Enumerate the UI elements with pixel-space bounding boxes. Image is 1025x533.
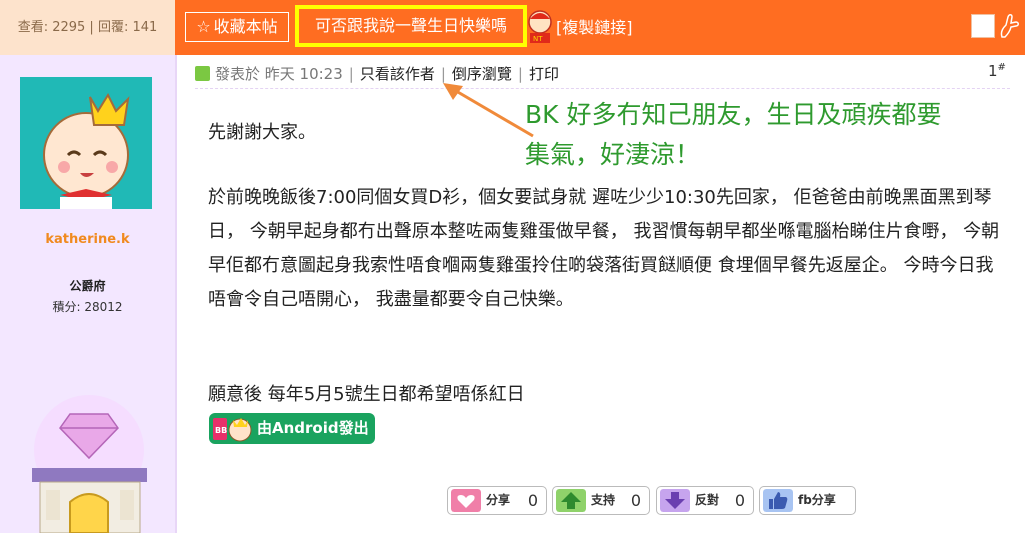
oppose-label: 反對 (695, 493, 720, 507)
copy-link[interactable]: [複製鏈接] (556, 0, 633, 55)
mascot-icon: NT (528, 10, 552, 43)
floor-number[interactable]: 1# (988, 62, 1006, 80)
sidebar-divider (175, 55, 177, 533)
android-badge-label: 由Android發出 (257, 419, 369, 437)
support-button[interactable]: 支持 0 (552, 486, 650, 515)
post-paragraph-3: 願意後 每年5月5號生日都希望唔係紅日 (208, 384, 525, 405)
post-paragraph-1: 先謝謝大家。 (208, 122, 316, 143)
hand-icon[interactable] (996, 13, 1020, 39)
floor-mark: # (997, 62, 1006, 73)
up-arrow-icon (556, 489, 586, 512)
favorite-label: 收藏本帖 (213, 17, 278, 36)
post-time: 發表於 昨天 10:23 (215, 65, 343, 83)
down-arrow-icon (660, 489, 690, 512)
share-count: 0 (527, 491, 538, 510)
avatar[interactable] (20, 77, 152, 209)
annotation-arrow (443, 83, 534, 138)
author-username[interactable]: katherine.k (0, 232, 175, 247)
heart-icon (451, 489, 481, 512)
author-only-link[interactable]: 只看該作者 (360, 65, 435, 83)
fb-share-button[interactable]: fb分享 (759, 486, 856, 515)
app-logo-icon: BB (213, 418, 252, 442)
floor-value: 1 (988, 62, 998, 80)
oppose-count: 0 (734, 491, 745, 510)
share-button[interactable]: 分享 0 (447, 486, 547, 515)
support-label: 支持 (591, 493, 616, 507)
annotation-line-1: BK 好多冇知己朋友，生日及頑疾都要 (525, 100, 942, 129)
favorite-button[interactable]: ☆ 收藏本帖 (185, 12, 289, 42)
rank-castle-image (32, 395, 147, 533)
author-group: 公爵府 (69, 279, 106, 293)
author-points: 積分: 28012 (52, 300, 123, 314)
view-reply-counts: 查看: 2295 | 回覆: 141 (0, 0, 175, 55)
fb-share-label: fb分享 (798, 493, 836, 507)
user-icon (195, 66, 210, 81)
android-source-badge[interactable]: BB 由Android發出 (209, 413, 375, 444)
square-icon[interactable] (971, 14, 995, 38)
post-paragraph-2: 於前晚晚飯後7:00同個女買D衫，個女要試身就 遲咗少少10:30先回家， 佢爸… (208, 187, 1000, 310)
share-label: 分享 (486, 493, 511, 507)
support-count: 0 (630, 491, 641, 510)
svg-text:NT: NT (533, 35, 543, 43)
thread-title[interactable]: 可否跟我說一聲生日快樂嗎 (295, 5, 527, 47)
annotation-line-2: 集氣，好淒涼！ (525, 140, 701, 169)
meta-divider (195, 88, 1010, 90)
thumbs-up-icon (763, 489, 793, 512)
svg-text:BB: BB (215, 426, 227, 435)
annotation-text: BK 好多冇知己朋友，生日及頑疾都要 集氣，好淒涼！ (525, 95, 1020, 175)
oppose-button[interactable]: 反對 0 (656, 486, 754, 515)
star-icon: ☆ (196, 17, 211, 36)
